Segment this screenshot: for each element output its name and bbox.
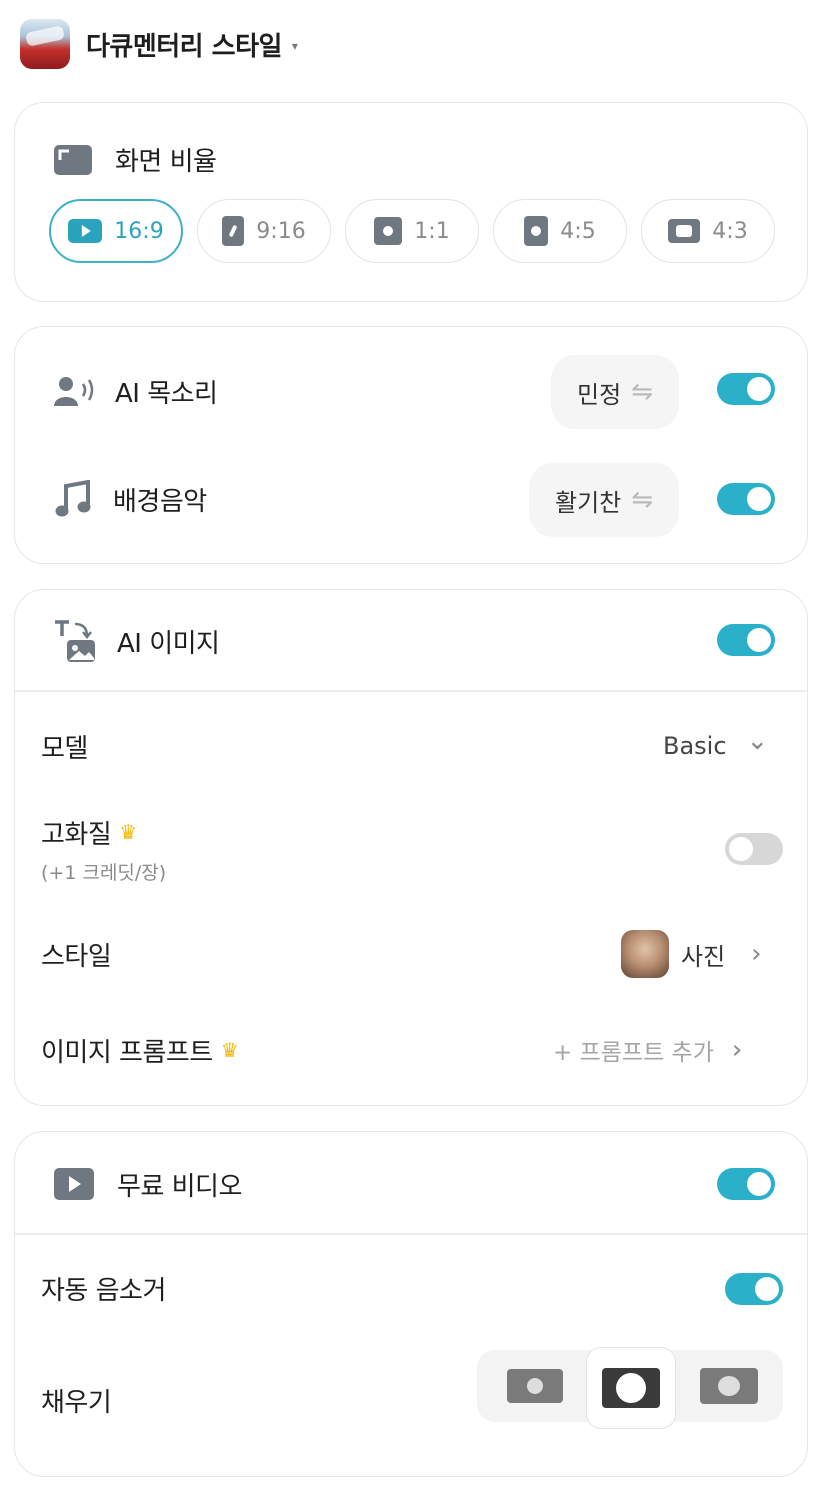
ratio-9-16-button[interactable]: 9:16	[197, 199, 331, 263]
crop-face-icon	[602, 1368, 660, 1408]
chevron-down-icon[interactable]: ▾	[292, 39, 298, 53]
ratio-1-1-button[interactable]: 1:1	[345, 199, 479, 263]
fill-fit-option[interactable]	[491, 1358, 579, 1414]
swap-icon: ⇋	[631, 377, 653, 407]
voice-icon	[54, 377, 94, 406]
fit-face-icon	[507, 1369, 563, 1403]
crown-icon: ♛	[119, 820, 138, 844]
add-prompt-text: + 프롬프트 추가	[553, 1040, 714, 1066]
swap-icon: ⇋	[631, 485, 654, 515]
voice-value: 민정	[577, 380, 622, 409]
style-select[interactable]: 사진 ›	[621, 928, 762, 980]
text-to-image-icon	[55, 620, 95, 662]
music-note-icon	[55, 480, 91, 517]
aspect-ratio-label: 화면 비율	[115, 147, 217, 177]
model-select[interactable]: Basic ⌄	[663, 726, 768, 766]
crown-icon: ♛	[220, 1038, 239, 1062]
video-play-icon	[54, 1168, 94, 1200]
aspect-ratio-card: 화면 비율 16:9 9:16 1:1 4:5 4:3	[14, 102, 808, 302]
free-video-toggle[interactable]	[717, 1168, 775, 1200]
hq-label: 고화질	[41, 819, 112, 850]
auto-mute-label: 자동 음소거	[41, 1275, 166, 1306]
fill-mode-selector	[477, 1348, 783, 1428]
model-label: 모델	[41, 733, 88, 764]
divider	[15, 1233, 807, 1235]
add-prompt-button[interactable]: + 프롬프트 추가 ›	[553, 1030, 742, 1070]
project-header[interactable]: 다큐멘터리 스타일 ▾	[20, 18, 298, 70]
fill-crop-option[interactable]	[587, 1348, 675, 1428]
landscape-video-icon	[68, 219, 103, 243]
square-icon	[374, 217, 403, 245]
ratio-label: 9:16	[256, 218, 306, 244]
chevron-right-icon: ›	[751, 939, 762, 969]
hq-credit-note: (+1 크레딧/장)	[41, 861, 167, 884]
ratio-label: 4:5	[560, 218, 596, 244]
chevron-right-icon: ›	[731, 1035, 743, 1065]
audio-card: AI 목소리 민정 ⇋ 배경음악 활기찬 ⇋	[14, 326, 808, 564]
ratio-4-3-button[interactable]: 4:3	[641, 199, 775, 263]
fill-stretch-option[interactable]	[685, 1358, 773, 1414]
voice-select-button[interactable]: 민정 ⇋	[551, 355, 679, 429]
aspect-ratio-options: 16:9 9:16 1:1 4:5 4:3	[49, 199, 775, 263]
portrait-icon	[524, 216, 549, 246]
model-value: Basic	[663, 732, 727, 760]
ratio-label: 4:3	[712, 218, 748, 244]
auto-mute-toggle[interactable]	[725, 1273, 783, 1305]
aspect-ratio-icon	[54, 144, 92, 175]
stretch-face-icon	[700, 1368, 758, 1404]
ratio-label: 16:9	[114, 218, 164, 244]
ai-image-card: AI 이미지 모델 Basic ⌄ 고화질 ♛ (+1 크레딧/장) 스타일 사…	[14, 589, 808, 1106]
project-title: 다큐멘터리 스타일	[86, 31, 282, 62]
ratio-16-9-button[interactable]: 16:9	[49, 199, 183, 263]
hq-toggle[interactable]	[725, 833, 783, 865]
tv-icon	[668, 219, 701, 243]
free-video-card: 무료 비디오 자동 음소거 채우기	[14, 1131, 808, 1477]
ai-image-label: AI 이미지	[117, 628, 220, 659]
bgm-label: 배경음악	[113, 486, 207, 517]
ai-voice-label: AI 목소리	[115, 378, 218, 409]
ratio-4-5-button[interactable]: 4:5	[493, 199, 627, 263]
voice-toggle[interactable]	[717, 373, 775, 405]
style-value: 사진	[681, 942, 726, 971]
ai-image-toggle[interactable]	[717, 624, 775, 656]
divider	[15, 690, 807, 692]
music-select-button[interactable]: 활기찬 ⇋	[529, 463, 680, 537]
fill-label: 채우기	[41, 1387, 112, 1418]
style-preview-image	[621, 930, 669, 978]
free-video-label: 무료 비디오	[117, 1171, 242, 1202]
chevron-down-icon: ⌄	[746, 726, 769, 756]
project-thumbnail	[20, 19, 70, 69]
music-toggle[interactable]	[717, 483, 775, 515]
ratio-label: 1:1	[414, 218, 450, 244]
style-label: 스타일	[41, 941, 112, 972]
shorts-icon	[222, 216, 245, 246]
music-value: 활기찬	[555, 488, 622, 517]
image-prompt-label: 이미지 프롬프트	[41, 1037, 213, 1068]
